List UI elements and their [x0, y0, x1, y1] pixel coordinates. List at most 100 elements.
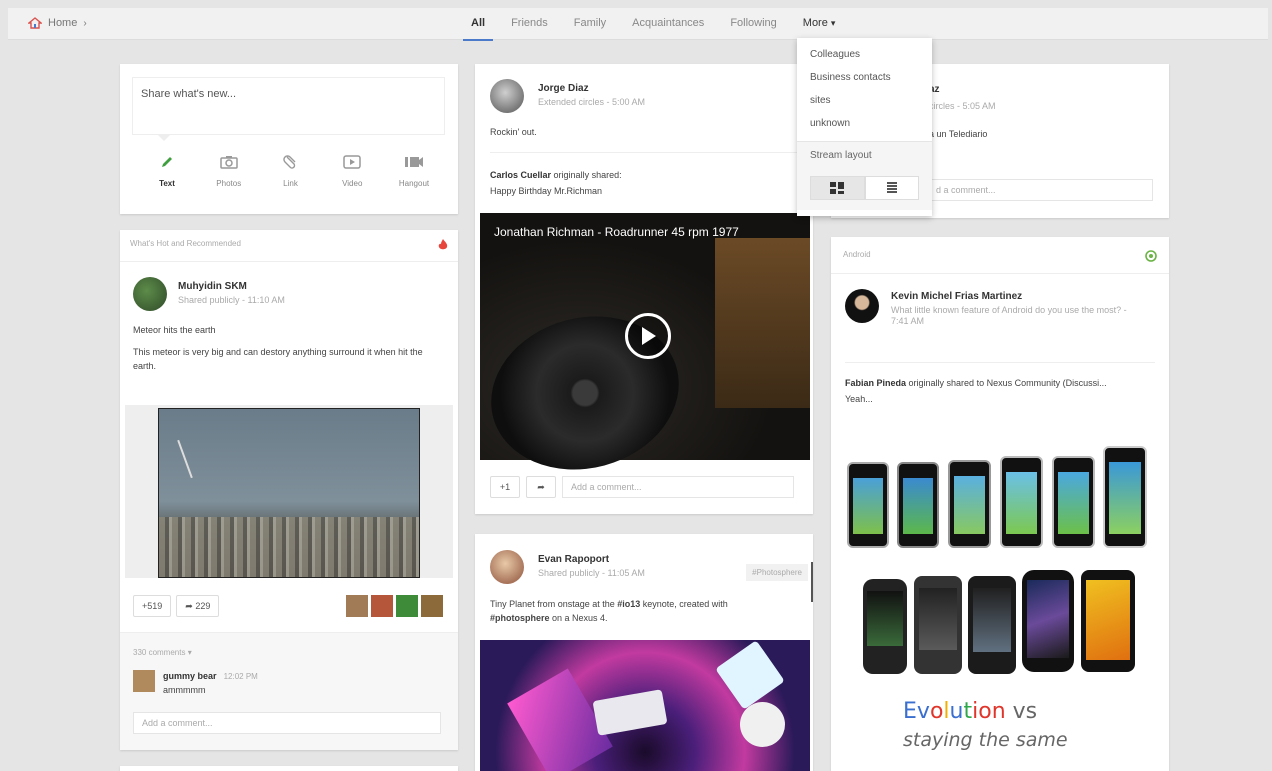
avatar[interactable] — [845, 289, 879, 323]
tab-family[interactable]: Family — [561, 8, 619, 40]
hashtag-io13[interactable]: #io13 — [617, 599, 640, 609]
post-meta: What little known feature of Android do … — [891, 305, 1127, 315]
camera-icon — [220, 156, 238, 169]
add-comment-input[interactable]: Add a comment... — [133, 712, 441, 734]
evo-letter: v — [916, 699, 930, 724]
city-skyline — [159, 517, 419, 577]
author-name[interactable]: Evan Rapoport — [538, 554, 645, 565]
multi-column-icon — [830, 182, 845, 194]
multi-column-layout-button[interactable] — [810, 176, 865, 200]
author-name[interactable]: Kevin Michel Frias Martinez — [891, 291, 1151, 302]
avatar[interactable] — [133, 670, 155, 692]
evan-rapoport-post-card: Evan Rapoport Shared publicly - 11:05 AM… — [475, 534, 813, 771]
menu-item-colleagues[interactable]: Colleagues — [797, 43, 932, 66]
menu-item-sites[interactable]: sites — [797, 89, 932, 112]
divider — [490, 152, 798, 153]
post-meta: Shared publicly - 11:10 AM — [178, 295, 285, 305]
add-comment-input-partial[interactable]: d a comment... — [927, 179, 1153, 201]
pencil-icon — [162, 157, 172, 167]
share-hangout-button[interactable]: Hangout — [385, 152, 443, 188]
comments-section: 330 comments ▾ gummy bear 12:02 PM ammmm… — [120, 632, 458, 750]
more-label: More — [802, 17, 828, 29]
home-icon — [28, 17, 42, 29]
share-input[interactable]: Share what's new... — [132, 77, 445, 135]
tab-all[interactable]: All — [458, 8, 498, 41]
share-photos-label: Photos — [216, 179, 242, 188]
next-post-card-edge — [120, 766, 458, 771]
phone-icon — [1022, 570, 1074, 672]
evo-letter: n — [991, 699, 1006, 724]
share-button[interactable]: ➦ 229 — [176, 595, 220, 617]
share-video-button[interactable]: Video — [323, 152, 381, 188]
tab-following[interactable]: Following — [717, 8, 789, 40]
photo-disc — [740, 702, 785, 747]
play-button[interactable] — [625, 313, 671, 359]
plus-one-button[interactable]: +519 — [133, 595, 172, 617]
post-text-a: Tiny Planet from onstage at the — [490, 599, 618, 609]
video-title: Jonathan Richman - Roadrunner 45 rpm 197… — [494, 225, 739, 239]
reshare-suffix: originally shared: — [553, 170, 622, 180]
avatar[interactable] — [346, 595, 368, 617]
hashtag-photosphere[interactable]: #photosphere — [490, 613, 550, 623]
phone-icon — [914, 576, 962, 674]
avatar[interactable] — [133, 277, 167, 311]
community-label: Android — [843, 250, 871, 259]
hashtag-badge[interactable]: #Photosphere — [746, 564, 808, 581]
more-dropdown-menu: Colleagues Business contacts sites unkno… — [797, 38, 932, 216]
scrollbar-thumb[interactable] — [811, 562, 813, 602]
phone-icon — [897, 462, 939, 548]
whats-hot-post-card: What's Hot and Recommended Muhyidin SKM … — [120, 230, 458, 750]
phone-icon — [863, 579, 907, 674]
evo-letter: o — [978, 699, 992, 724]
comments-count: 330 comments — [133, 648, 186, 657]
reshare-author[interactable]: Fabian Pineda — [845, 378, 906, 388]
stream-layout-toggle — [797, 170, 932, 210]
add-comment-input[interactable]: Add a comment... — [562, 476, 794, 498]
comments-toggle[interactable]: 330 comments ▾ — [133, 648, 192, 657]
tab-friends[interactable]: Friends — [498, 8, 561, 40]
post-time: 7:41 AM — [891, 316, 925, 326]
reshare-author[interactable]: Carlos Cuellar — [490, 170, 551, 180]
meteor-photo[interactable] — [158, 408, 420, 578]
share-arrow-icon: ➦ — [537, 481, 545, 492]
turntable-panel — [715, 238, 810, 408]
single-column-layout-button[interactable] — [864, 176, 919, 200]
menu-item-business-contacts[interactable]: Business contacts — [797, 66, 932, 89]
post-text-c: keynote, created with — [640, 599, 728, 609]
phone-icon — [968, 576, 1016, 674]
avatar[interactable] — [396, 595, 418, 617]
home-breadcrumb[interactable]: Home › — [28, 17, 87, 29]
evo-letter: u — [949, 699, 964, 724]
hangout-camera-icon — [405, 157, 423, 167]
commenter-name[interactable]: gummy bear — [163, 671, 217, 681]
share-tools: Text Photos Link Video Hangout — [138, 152, 443, 188]
meteor-streak — [177, 439, 193, 479]
phone-evolution-image[interactable]: Evolution vs staying the same — [841, 442, 1161, 762]
share-photos-button[interactable]: Photos — [200, 152, 258, 188]
author-name[interactable]: Muhyidin SKM — [178, 281, 285, 292]
share-link-label: Link — [283, 179, 298, 188]
video-thumbnail[interactable]: Jonathan Richman - Roadrunner 45 rpm 197… — [475, 213, 810, 491]
share-button[interactable]: ➦ — [526, 476, 556, 498]
reshare-reply: Yeah... — [845, 394, 873, 404]
menu-item-unknown[interactable]: unknown — [797, 112, 932, 135]
divider — [120, 261, 458, 262]
tab-more[interactable]: More ▾ — [790, 8, 849, 40]
avatar[interactable] — [490, 550, 524, 584]
avatar[interactable] — [421, 595, 443, 617]
share-text-button[interactable]: Text — [138, 152, 196, 188]
tiny-planet-photo[interactable] — [480, 640, 810, 771]
avatar[interactable] — [490, 79, 524, 113]
home-label: Home — [48, 17, 78, 29]
plus-one-button[interactable]: +1 — [490, 476, 520, 498]
evo-letter: t — [963, 699, 973, 724]
share-link-button[interactable]: Link — [262, 152, 320, 188]
share-input-caret — [158, 135, 170, 141]
tab-acquaintances[interactable]: Acquaintances — [619, 8, 717, 40]
post-meta: Shared publicly - 11:05 AM — [538, 568, 645, 578]
divider — [845, 362, 1155, 363]
avatar[interactable] — [371, 595, 393, 617]
evolution-text: Evolution vs — [903, 699, 1037, 724]
reshare-text: originally shared to Nexus Community (Di… — [908, 378, 1107, 388]
author-name[interactable]: Jorge Diaz — [538, 83, 645, 94]
